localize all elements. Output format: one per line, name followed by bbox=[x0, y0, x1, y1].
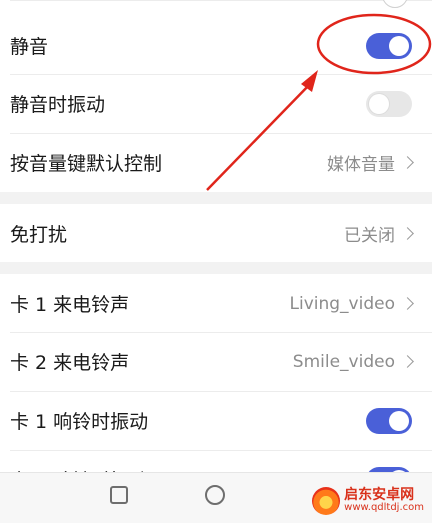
dnd-value: 已关闭 bbox=[344, 226, 395, 246]
sim1-ringtone-value-wrap: Living_video bbox=[289, 293, 414, 314]
section-gap bbox=[0, 192, 432, 204]
chevron-right-icon bbox=[401, 355, 414, 368]
watermark-title: 启东安卓网 bbox=[344, 487, 415, 504]
toggle-knob bbox=[369, 93, 389, 114]
watermark: 启东安卓网 www.qdltdj.com bbox=[312, 487, 424, 515]
mute-toggle[interactable] bbox=[366, 32, 412, 59]
sim1-vibrate-toggle[interactable] bbox=[366, 407, 412, 434]
chevron-right-icon bbox=[401, 227, 414, 240]
volume-key-value-wrap: 媒体音量 bbox=[327, 150, 414, 175]
sim2-ringtone-value: Smile_video bbox=[292, 351, 395, 372]
mute-label: 静音 bbox=[10, 36, 49, 58]
chevron-right-icon bbox=[401, 156, 414, 169]
watermark-url: www.qdltdj.com bbox=[344, 502, 424, 514]
partial-toggle-top bbox=[382, 0, 408, 8]
sim2-ringtone-label: 卡 2 来电铃声 bbox=[10, 352, 130, 374]
dnd-label: 免打扰 bbox=[10, 224, 68, 246]
row-dnd[interactable]: 免打扰 已关闭 bbox=[0, 204, 432, 263]
sim1-vibrate-label: 卡 1 响铃时振动 bbox=[10, 411, 149, 433]
row-sim1-vibrate[interactable]: 卡 1 响铃时振动 bbox=[0, 391, 432, 450]
volume-key-value: 媒体音量 bbox=[327, 155, 395, 175]
row-mute[interactable]: 静音 bbox=[0, 16, 432, 75]
row-volume-key[interactable]: 按音量键默认控制 媒体音量 bbox=[0, 133, 432, 192]
volume-key-label: 按音量键默认控制 bbox=[10, 153, 163, 175]
dnd-value-wrap: 已关闭 bbox=[344, 221, 414, 246]
watermark-logo-icon bbox=[312, 487, 341, 515]
sim1-ringtone-value: Living_video bbox=[289, 293, 395, 314]
section-gap bbox=[0, 262, 432, 274]
row-sim2-ringtone[interactable]: 卡 2 来电铃声 Smile_video bbox=[0, 332, 432, 391]
home-icon[interactable] bbox=[205, 485, 225, 505]
mute-vibrate-label: 静音时振动 bbox=[10, 94, 106, 116]
row-sim1-ringtone[interactable]: 卡 1 来电铃声 Living_video bbox=[0, 274, 432, 333]
sim1-ringtone-label: 卡 1 来电铃声 bbox=[10, 294, 130, 316]
toggle-knob bbox=[389, 410, 409, 431]
sim2-ringtone-value-wrap: Smile_video bbox=[292, 351, 414, 372]
toggle-knob bbox=[389, 35, 409, 56]
mute-vibrate-toggle[interactable] bbox=[366, 90, 412, 117]
watermark-text: 启东安卓网 www.qdltdj.com bbox=[344, 488, 424, 513]
chevron-right-icon bbox=[401, 297, 414, 310]
recent-apps-icon[interactable] bbox=[110, 486, 128, 504]
navigation-bar: 启东安卓网 www.qdltdj.com bbox=[0, 472, 432, 523]
row-mute-vibrate[interactable]: 静音时振动 bbox=[0, 74, 432, 133]
